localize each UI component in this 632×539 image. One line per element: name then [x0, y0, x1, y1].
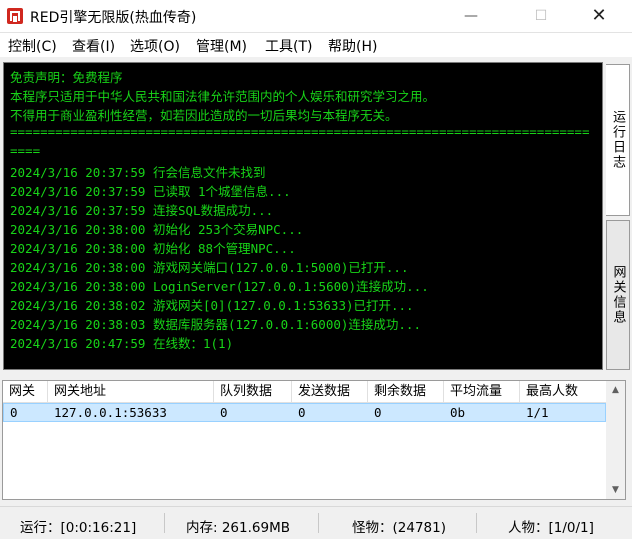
log-line: 2024/3/16 20:38:02 游戏网关[0](127.0.0.1:536… — [10, 298, 414, 313]
log-line: 2024/3/16 20:38:00 游戏网关端口(127.0.0.1:5000… — [10, 260, 409, 275]
log-line: 2024/3/16 20:38:00 初始化 88个管理NPC... — [10, 241, 296, 256]
col-address[interactable]: 网关地址 — [48, 381, 214, 403]
table-header: 网关 网关地址 队列数据 发送数据 剩余数据 平均流量 最高人数 — [3, 381, 607, 403]
log-line: 2024/3/16 20:38:00 LoginServer(127.0.0.1… — [10, 279, 429, 294]
status-divider — [476, 513, 477, 533]
menu-tools[interactable]: 工具(T) — [265, 36, 312, 56]
close-button[interactable]: ✕ — [576, 0, 622, 32]
gateway-table: 网关 网关地址 队列数据 发送数据 剩余数据 平均流量 最高人数 0 127.0… — [2, 380, 626, 500]
col-sent[interactable]: 发送数据 — [292, 381, 368, 403]
status-divider — [318, 513, 319, 533]
title-bar: RED引擎无限版(热血传奇) — ☐ ✕ — [0, 0, 632, 33]
status-runtime: 运行：[0:0:16:21] — [20, 520, 137, 536]
window-title: RED引擎无限版(热血传奇) — [30, 10, 197, 26]
cell-gateway: 0 — [10, 405, 18, 420]
cell-max-users: 1/1 — [526, 405, 549, 420]
separator-line: ==== — [10, 143, 41, 158]
minimize-button[interactable]: — — [448, 0, 494, 32]
scroll-up-icon[interactable]: ▲ — [606, 381, 625, 399]
col-queue[interactable]: 队列数据 — [214, 381, 292, 403]
tab-run-log[interactable]: 运行日志 — [606, 64, 630, 216]
menu-control[interactable]: 控制(C) — [8, 36, 57, 56]
cell-sent: 0 — [298, 405, 306, 420]
menu-bar: 控制(C) 查看(I) 选项(O) 管理(M) 工具(T) 帮助(H) — [0, 33, 632, 57]
disclaimer-line: 本程序只适用于中华人民共和国法律允许范围内的个人娱乐和研究学习之用。 — [10, 89, 436, 104]
table-scrollbar[interactable]: ▲ ▼ — [606, 381, 625, 499]
separator-line: ========================================… — [10, 124, 590, 139]
col-gateway[interactable]: 网关 — [3, 381, 48, 403]
maximize-button[interactable]: ☐ — [518, 0, 564, 32]
disclaimer-line: 免责声明：免费程序 — [10, 70, 123, 85]
menu-manage[interactable]: 管理(M) — [196, 36, 247, 56]
app-icon — [7, 8, 23, 24]
status-monsters: 怪物：(24781) — [352, 520, 446, 536]
menu-view[interactable]: 查看(I) — [72, 36, 115, 56]
disclaimer-line: 不得用于商业盈利性经营，如若因此造成的一切后果均与本程序无关。 — [10, 108, 398, 123]
col-max-users[interactable]: 最高人数 — [520, 381, 607, 403]
log-line: 2024/3/16 20:47:59 在线数：1(1) — [10, 336, 234, 351]
status-memory: 内存: 261.69MB — [186, 520, 290, 536]
log-line: 2024/3/16 20:37:59 已读取 1个城堡信息... — [10, 184, 291, 199]
cell-avg-flow: 0b — [450, 405, 466, 420]
cell-remaining: 0 — [374, 405, 382, 420]
status-divider — [164, 513, 165, 533]
menu-help[interactable]: 帮助(H) — [328, 36, 377, 56]
col-remaining[interactable]: 剩余数据 — [368, 381, 444, 403]
col-avg-flow[interactable]: 平均流量 — [444, 381, 520, 403]
table-row[interactable]: 0 127.0.0.1:53633 0 0 0 0b 1/1 — [3, 403, 606, 422]
tab-gateway-info[interactable]: 网关信息 — [606, 220, 630, 370]
log-line: 2024/3/16 20:38:00 初始化 253个交易NPC... — [10, 222, 304, 237]
menu-options[interactable]: 选项(O) — [130, 36, 180, 56]
log-line: 2024/3/16 20:37:59 连接SQL数据成功... — [10, 203, 274, 218]
log-line: 2024/3/16 20:38:03 数据库服务器(127.0.0.1:6000… — [10, 317, 421, 332]
status-players: 人物：[1/0/1] — [508, 520, 594, 536]
cell-address: 127.0.0.1:53633 — [54, 405, 167, 420]
cell-queue: 0 — [220, 405, 228, 420]
log-line: 2024/3/16 20:37:59 行会信息文件未找到 — [10, 165, 266, 180]
log-console[interactable]: 免责声明：免费程序 本程序只适用于中华人民共和国法律允许范围内的个人娱乐和研究学… — [3, 62, 603, 370]
scroll-down-icon[interactable]: ▼ — [606, 481, 625, 499]
status-bar: 运行：[0:0:16:21] 内存: 261.69MB 怪物：(24781) 人… — [0, 506, 632, 539]
